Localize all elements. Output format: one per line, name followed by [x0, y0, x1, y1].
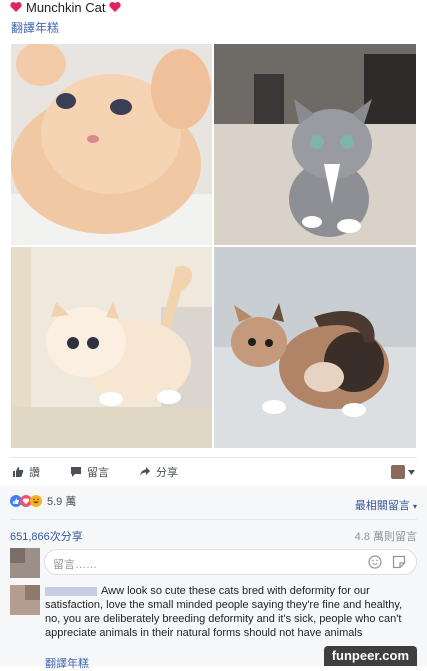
white-cat-image: [11, 247, 212, 448]
share-label: 分享: [156, 467, 178, 479]
photo-orange-kitten[interactable]: [11, 44, 212, 245]
divider: [10, 519, 417, 520]
comment-input[interactable]: 留言……: [44, 549, 417, 575]
comment-count[interactable]: 4.8 萬則留言: [355, 528, 417, 544]
translate-link[interactable]: 翻譯年糕: [11, 19, 59, 36]
reaction-count: 5.9 萬: [47, 496, 77, 508]
comment-icon: [71, 467, 81, 477]
like-button[interactable]: 讚: [12, 464, 40, 480]
post-as-selector[interactable]: [391, 465, 415, 479]
share-arrow-icon: [140, 467, 150, 476]
comment-button[interactable]: 留言: [70, 464, 109, 480]
share-count[interactable]: 651,866次分享: [10, 528, 83, 544]
comment-sort-dropdown[interactable]: 最相關留言 ▾: [355, 497, 417, 513]
thumbs-up-icon: [13, 467, 24, 477]
post-title: Munchkin Cat: [26, 0, 106, 15]
caret-down-icon: ▾: [412, 502, 417, 511]
current-user-avatar: [10, 548, 40, 578]
share-button[interactable]: 分享: [139, 464, 178, 480]
commenter-avatar[interactable]: [10, 585, 40, 615]
like-label: 讚: [29, 467, 40, 479]
comment-placeholder: 留言……: [53, 559, 97, 571]
comment-translate-link[interactable]: 翻譯年糕: [45, 655, 89, 671]
sticker-icon[interactable]: [392, 555, 406, 569]
comment-body: Aww look so cute these cats bred with de…: [45, 584, 415, 640]
watermark: funpeer.com: [323, 646, 417, 666]
calico-kitten-image: [214, 247, 416, 448]
action-bar: 讚 留言 分享: [0, 458, 427, 486]
photo-grey-kitten[interactable]: [214, 44, 416, 245]
avatar: [391, 465, 405, 479]
reactions-summary[interactable]: 5.9 萬: [10, 493, 76, 509]
emoji-icon[interactable]: [368, 555, 382, 569]
post-title-row: Munchkin Cat: [10, 0, 122, 15]
haha-reaction-icon: [30, 495, 42, 507]
commenter-name[interactable]: [45, 586, 97, 596]
photo-white-cat[interactable]: [11, 247, 212, 448]
chevron-down-icon: [408, 469, 415, 475]
heart-icon: [109, 2, 122, 12]
comment-text: Aww look so cute these cats bred with de…: [45, 585, 403, 639]
heart-icon: [10, 2, 22, 12]
comment-label: 留言: [87, 467, 109, 479]
sort-label: 最相關留言: [354, 500, 410, 512]
photo-calico-kitten[interactable]: [214, 247, 416, 448]
orange-kitten-image: [11, 44, 212, 245]
grey-kitten-image: [214, 44, 416, 245]
